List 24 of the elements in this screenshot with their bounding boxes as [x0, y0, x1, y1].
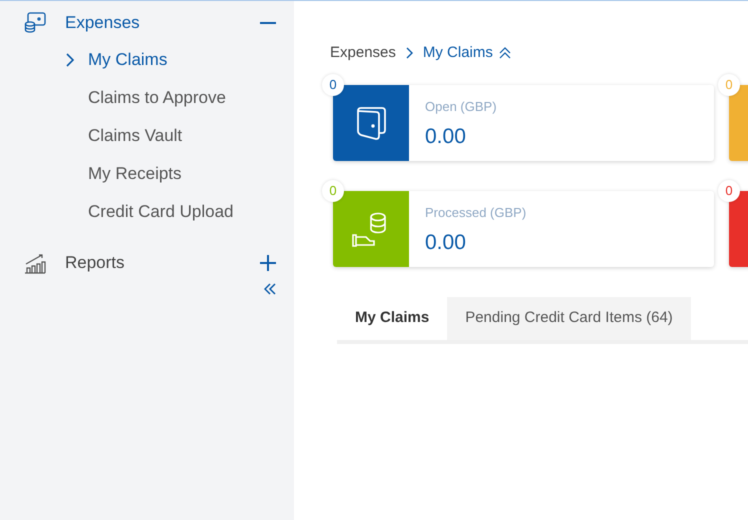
breadcrumb-item[interactable]: Expenses: [330, 42, 396, 64]
breadcrumb-item[interactable]: My Claims: [422, 42, 493, 64]
card-value: 0.00: [425, 230, 467, 256]
menu-item[interactable]: Credit Card Upload: [88, 199, 234, 225]
bar-chart-icon: [24, 252, 46, 274]
collapse-sidebar-icon[interactable]: [264, 283, 276, 295]
count-badge: 0: [718, 180, 740, 202]
menu-item[interactable]: Claims Vault: [88, 123, 182, 149]
count-badge: 0: [718, 74, 740, 96]
count-badge: 0: [322, 74, 344, 96]
menu-item[interactable]: My Receipts: [88, 161, 182, 187]
tab[interactable]: Pending Credit Card Items (64): [447, 297, 691, 340]
expand-icon[interactable]: [260, 255, 276, 271]
card-label: Processed (GBP): [425, 204, 526, 222]
menu-item[interactable]: My Claims: [88, 47, 168, 73]
money-icon: [24, 12, 46, 34]
double-chevron-up-icon[interactable]: [498, 47, 511, 59]
section-label[interactable]: Expenses: [65, 10, 140, 36]
chevron-right-icon: [406, 47, 413, 59]
card-label: Open (GBP): [425, 98, 497, 116]
card-value: 0.00: [425, 124, 467, 150]
count-badge: 0: [322, 180, 344, 202]
menu-item[interactable]: Claims to Approve: [88, 85, 226, 111]
section-label[interactable]: Reports: [65, 250, 125, 276]
